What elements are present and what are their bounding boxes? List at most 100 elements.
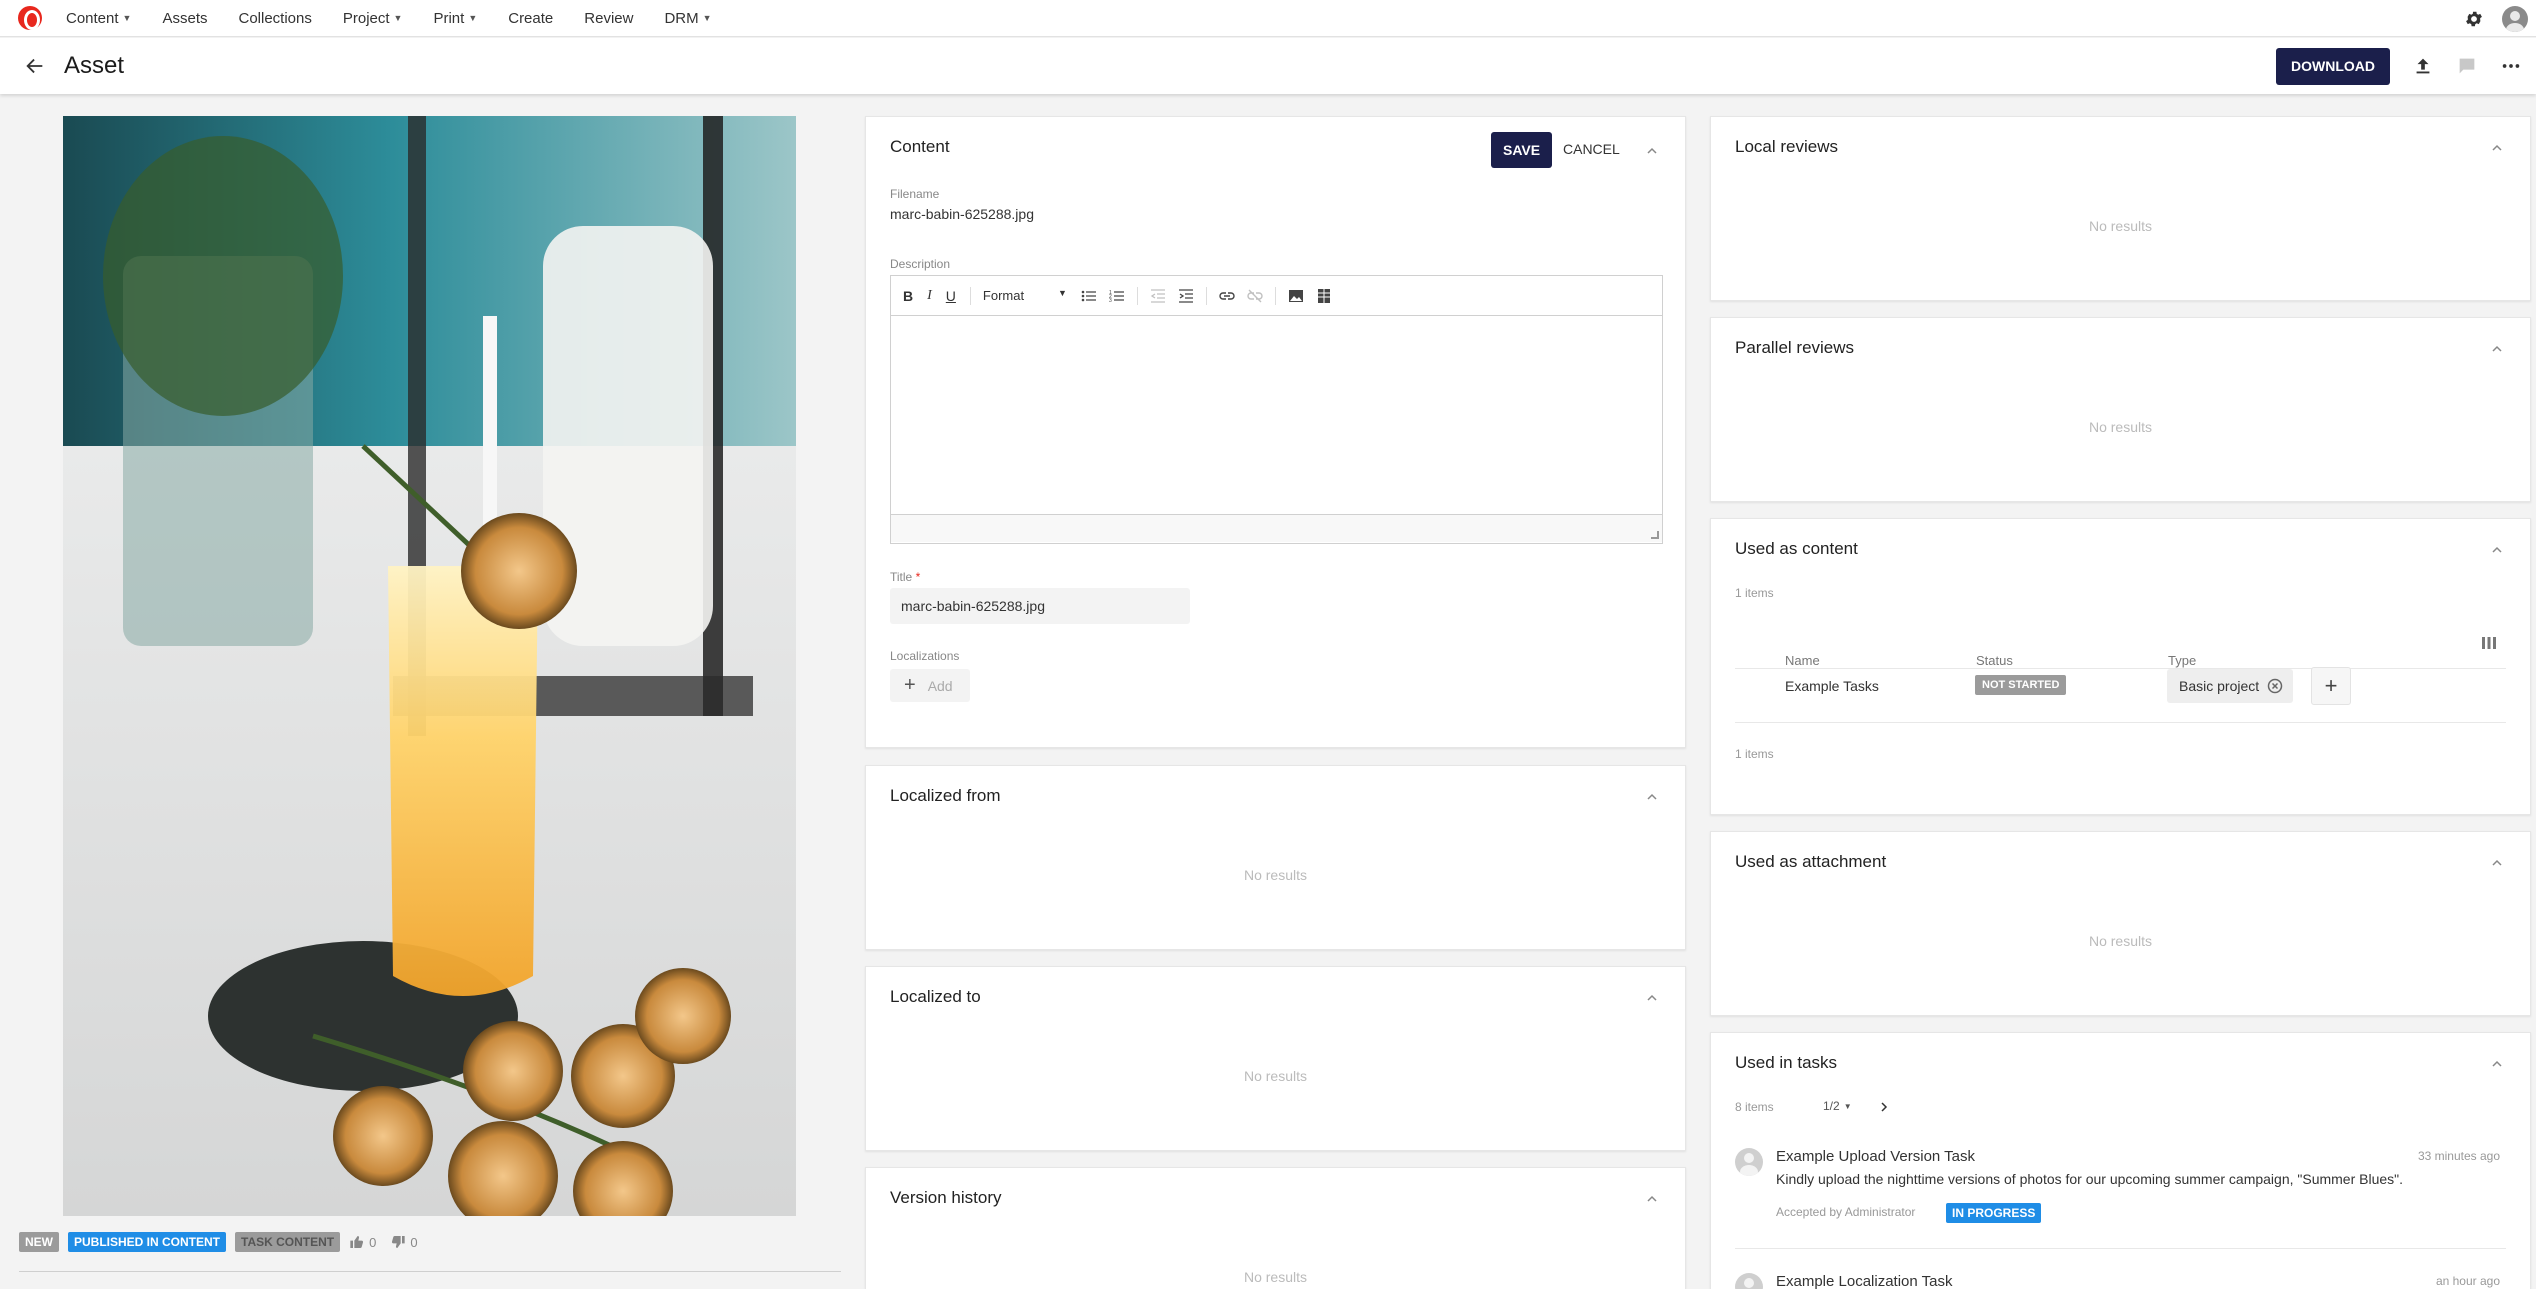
- save-button[interactable]: SAVE: [1491, 132, 1553, 168]
- localized-from-title: Localized from: [890, 786, 1001, 805]
- dislike-button[interactable]: 0: [390, 1234, 418, 1250]
- add-type-button[interactable]: +: [2311, 667, 2351, 705]
- task-time: an hour ago: [2435, 1274, 2500, 1288]
- table-header-divider: [1735, 668, 2506, 669]
- items-count: 1 items: [1735, 586, 1774, 600]
- filename-value: marc-babin-625288.jpg: [890, 206, 1034, 222]
- nav-content[interactable]: Content ▼: [66, 10, 131, 27]
- like-button[interactable]: 0: [349, 1234, 376, 1250]
- column-status[interactable]: Status: [1976, 653, 2013, 668]
- page-select[interactable]: 1/2 ▼: [1823, 1099, 1852, 1113]
- user-avatar-icon[interactable]: [2502, 5, 2528, 32]
- items-count: 1 items: [1735, 747, 1774, 761]
- indent-icon[interactable]: [1178, 288, 1194, 304]
- page-header: Asset DOWNLOAD: [0, 38, 2536, 94]
- thumbs-down-icon: [392, 1235, 406, 1249]
- toolbar-separator: [1136, 286, 1138, 305]
- collapse-chevron-icon[interactable]: [2490, 141, 2504, 155]
- filename-label: Filename: [890, 187, 940, 201]
- unlink-icon[interactable]: [1247, 288, 1263, 304]
- resize-handle-icon[interactable]: [1651, 531, 1659, 539]
- task-accepted-by: Accepted by Administrator: [1776, 1205, 1916, 1219]
- bullet-list-icon[interactable]: [1081, 288, 1097, 304]
- asset-preview-image[interactable]: [63, 116, 796, 1216]
- column-name[interactable]: Name: [1785, 653, 1820, 668]
- title-label-text: Title: [890, 570, 913, 584]
- caret-down-icon: ▼: [393, 13, 403, 23]
- add-label: Add: [927, 677, 953, 694]
- nav-review[interactable]: Review: [584, 10, 633, 27]
- empty-state: No results: [2088, 419, 2153, 435]
- thumbs-up-icon: [350, 1235, 364, 1249]
- remove-circle-icon[interactable]: [2267, 678, 2283, 694]
- editor-footer: [891, 514, 1662, 542]
- toolbar-separator: [1274, 286, 1276, 305]
- cancel-button[interactable]: CANCEL: [1563, 141, 1620, 157]
- title-input[interactable]: marc-babin-625288.jpg: [890, 588, 1190, 624]
- bold-button[interactable]: B: [903, 288, 913, 304]
- format-label: Format: [982, 288, 1025, 303]
- content-card-title: Content: [890, 137, 950, 156]
- back-arrow-icon[interactable]: [24, 55, 46, 77]
- status-badge: IN PROGRESS: [1946, 1203, 2042, 1223]
- app-logo[interactable]: [18, 6, 42, 30]
- collapse-chevron-icon[interactable]: [2490, 856, 2504, 870]
- used-in-tasks-card: Used in tasks 8 items 1/2 ▼ Example Uploa…: [1710, 1032, 2531, 1289]
- nav-create[interactable]: Create: [508, 10, 553, 27]
- collapse-chevron-icon[interactable]: [1645, 1192, 1659, 1206]
- upload-icon[interactable]: [2412, 55, 2434, 77]
- task-title[interactable]: Example Upload Version Task: [1776, 1148, 1975, 1165]
- content-card: Content SAVE CANCEL Filename marc-babin-…: [865, 116, 1686, 748]
- numbered-list-icon[interactable]: 123: [1109, 288, 1125, 304]
- next-page-icon[interactable]: [1878, 1101, 1890, 1113]
- parallel-reviews-title: Parallel reviews: [1735, 338, 1855, 357]
- more-options-icon[interactable]: [2500, 55, 2522, 77]
- row-name[interactable]: Example Tasks: [1785, 678, 1879, 694]
- empty-state: No results: [1243, 1068, 1308, 1084]
- columns-settings-icon[interactable]: [2482, 637, 2496, 649]
- table-icon[interactable]: [1316, 288, 1332, 304]
- status-badge: NOT STARTED: [1975, 675, 2067, 695]
- image-icon[interactable]: [1288, 288, 1304, 304]
- task-time: 33 minutes ago: [2417, 1149, 2500, 1163]
- collapse-chevron-icon[interactable]: [1645, 790, 1659, 804]
- nav-collections[interactable]: Collections: [238, 10, 311, 27]
- local-reviews-card: Local reviews No results: [1710, 116, 2531, 301]
- collapse-chevron-icon[interactable]: [2490, 1057, 2504, 1071]
- format-dropdown[interactable]: Format ▼: [983, 288, 1067, 303]
- nav-assets[interactable]: Assets: [162, 10, 207, 27]
- nav-print-label: Print: [433, 9, 465, 27]
- toolbar-separator: [969, 286, 971, 305]
- page-label: 1/2: [1823, 1099, 1840, 1113]
- nav-collections-label: Collections: [238, 9, 312, 27]
- collapse-chevron-icon[interactable]: [1645, 144, 1659, 158]
- link-icon[interactable]: [1219, 288, 1235, 304]
- collapse-chevron-icon[interactable]: [1645, 991, 1659, 1005]
- column-type[interactable]: Type: [2168, 653, 2196, 668]
- parallel-reviews-card: Parallel reviews No results: [1710, 317, 2531, 502]
- used-as-content-title: Used as content: [1735, 539, 1858, 558]
- nav-drm[interactable]: DRM ▼: [664, 10, 711, 27]
- comment-icon[interactable]: [2456, 55, 2478, 77]
- gear-icon[interactable]: [2464, 9, 2484, 29]
- task-title[interactable]: Example Localization Task: [1776, 1273, 1952, 1289]
- description-textarea[interactable]: [891, 316, 1662, 514]
- top-navigation: Content ▼ Assets Collections Project ▼ Pri…: [0, 0, 2536, 37]
- nav-print[interactable]: Print ▼: [433, 10, 477, 27]
- collapse-chevron-icon[interactable]: [2490, 342, 2504, 356]
- outdent-icon[interactable]: [1150, 288, 1166, 304]
- toolbar-separator: [1205, 286, 1207, 305]
- collapse-chevron-icon[interactable]: [2490, 543, 2504, 557]
- localized-to-title: Localized to: [890, 987, 981, 1006]
- type-chip-label: Basic project: [2179, 678, 2260, 694]
- localized-to-card: Localized to No results: [865, 966, 1686, 1151]
- task-avatar-icon: [1735, 1148, 1763, 1176]
- download-button[interactable]: DOWNLOAD: [2276, 47, 2390, 85]
- empty-state: No results: [2088, 933, 2153, 949]
- empty-state: No results: [2088, 218, 2153, 234]
- underline-button[interactable]: U: [946, 288, 956, 304]
- italic-button[interactable]: I: [927, 288, 932, 304]
- description-label: Description: [890, 257, 951, 271]
- add-localization-button[interactable]: + Add: [890, 669, 970, 702]
- nav-project[interactable]: Project ▼: [343, 10, 403, 27]
